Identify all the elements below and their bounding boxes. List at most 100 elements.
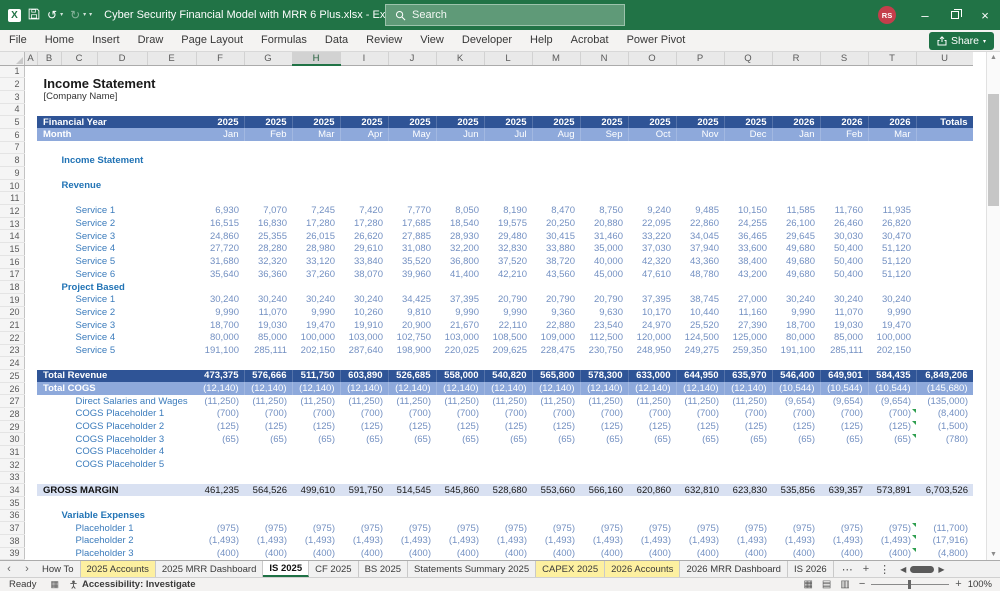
row-header-14[interactable]: 14 xyxy=(0,229,25,244)
cell[interactable]: (10,544) xyxy=(772,382,821,395)
cell[interactable]: (9,654) xyxy=(820,395,868,408)
cell[interactable]: 27,885 xyxy=(388,230,436,243)
ribbon-tab-page-layout[interactable]: Page Layout xyxy=(172,30,252,51)
column-header-T[interactable]: T xyxy=(868,52,917,66)
cell[interactable]: Jul xyxy=(484,128,533,142)
cell[interactable]: Jun xyxy=(436,128,485,142)
cell[interactable]: (400) xyxy=(868,547,916,560)
cell[interactable]: (125) xyxy=(388,420,436,433)
cell[interactable]: (11,250) xyxy=(676,395,724,408)
cell[interactable]: 2025 xyxy=(292,115,341,129)
cell[interactable]: 19,470 xyxy=(868,319,916,332)
select-all-corner[interactable] xyxy=(0,52,25,66)
cell[interactable]: 228,475 xyxy=(532,344,580,357)
scrollbar-thumb[interactable] xyxy=(988,94,999,206)
cell[interactable]: (400) xyxy=(820,547,868,560)
cell[interactable]: (11,700) xyxy=(916,522,973,535)
cell[interactable]: 120,000 xyxy=(628,331,676,344)
cell[interactable]: 20,250 xyxy=(532,217,580,230)
cell[interactable]: 514,545 xyxy=(388,483,436,497)
cell[interactable]: (11,250) xyxy=(484,395,532,408)
cell[interactable]: (700) xyxy=(724,408,772,421)
cell[interactable]: 50,400 xyxy=(820,255,868,268)
cell[interactable] xyxy=(24,166,973,180)
cell[interactable]: Feb xyxy=(244,128,293,142)
column-header-R[interactable]: R xyxy=(772,52,821,66)
cell[interactable]: 37,260 xyxy=(292,268,340,281)
cell[interactable]: (125) xyxy=(292,420,340,433)
view-normal-button[interactable]: ▦ xyxy=(803,579,812,590)
cell[interactable]: 473,375 xyxy=(196,369,245,383)
row-header-10[interactable]: 10 xyxy=(0,179,25,193)
cell[interactable]: (65) xyxy=(868,433,916,446)
row-header-29[interactable]: 29 xyxy=(0,420,25,434)
cell[interactable]: GROSS MARGIN xyxy=(37,483,196,497)
cell[interactable]: (700) xyxy=(436,408,484,421)
cell[interactable]: 27,390 xyxy=(724,319,772,332)
cell[interactable]: 18,540 xyxy=(436,217,484,230)
cell[interactable]: 22,110 xyxy=(484,319,532,332)
sheet-tab-capex-2025[interactable]: CAPEX 2025 xyxy=(536,561,606,577)
cell[interactable] xyxy=(24,65,973,78)
cell[interactable]: 11,070 xyxy=(244,306,292,319)
cell[interactable]: 461,235 xyxy=(196,483,244,497)
cell[interactable]: Placeholder 1 xyxy=(24,522,196,535)
row-header-28[interactable]: 28 xyxy=(0,407,25,421)
cell[interactable]: Apr xyxy=(340,128,389,142)
cell[interactable]: 34,045 xyxy=(676,230,724,243)
cell[interactable] xyxy=(196,179,973,192)
cell[interactable]: (400) xyxy=(580,547,628,560)
cell[interactable]: 2025 xyxy=(484,115,533,129)
sheet-tab-is-2025[interactable]: IS 2025 xyxy=(263,561,310,577)
cell[interactable]: 220,025 xyxy=(436,344,484,357)
hscroll-left-icon[interactable]: ◀ xyxy=(900,565,906,574)
cell[interactable]: 28,280 xyxy=(244,243,292,256)
cell[interactable]: 9,990 xyxy=(772,306,820,319)
cell[interactable]: Aug xyxy=(532,128,581,142)
cell[interactable]: [Company Name] xyxy=(24,90,196,103)
cell[interactable]: 30,030 xyxy=(820,230,868,243)
cell[interactable]: (65) xyxy=(532,433,580,446)
cell[interactable]: (1,493) xyxy=(244,534,292,547)
cell[interactable]: 249,275 xyxy=(676,344,724,357)
cell[interactable]: 33,880 xyxy=(532,243,580,256)
row-header-19[interactable]: 19 xyxy=(0,293,25,307)
row-header-38[interactable]: 38 xyxy=(0,534,25,548)
row-header-32[interactable]: 32 xyxy=(0,458,25,472)
cell[interactable]: (1,493) xyxy=(388,534,436,547)
cell[interactable] xyxy=(916,243,973,256)
cell[interactable]: (12,140) xyxy=(628,382,677,395)
cell[interactable]: (4,800) xyxy=(916,547,973,560)
cell[interactable]: 553,660 xyxy=(532,483,580,497)
cell[interactable]: Income Statement xyxy=(24,77,196,91)
column-header-N[interactable]: N xyxy=(580,52,629,66)
cell[interactable]: COGS Placeholder 5 xyxy=(24,458,196,471)
cell[interactable]: Service 3 xyxy=(24,319,196,332)
cell[interactable]: Service 1 xyxy=(24,293,196,306)
row-header-12[interactable]: 12 xyxy=(0,204,25,218)
cell[interactable]: Service 5 xyxy=(24,255,196,268)
cell[interactable]: 191,100 xyxy=(196,344,244,357)
cell[interactable]: 591,750 xyxy=(340,483,388,497)
ribbon-tab-help[interactable]: Help xyxy=(521,30,562,51)
cell[interactable]: (400) xyxy=(628,547,676,560)
cell[interactable]: 11,935 xyxy=(868,205,916,218)
cell[interactable]: (975) xyxy=(676,522,724,535)
cell[interactable]: Service 6 xyxy=(24,268,196,281)
cell[interactable]: (700) xyxy=(292,408,340,421)
row-header-16[interactable]: 16 xyxy=(0,255,25,269)
cell[interactable]: (700) xyxy=(580,408,628,421)
column-header-L[interactable]: L xyxy=(484,52,533,66)
cell[interactable]: 36,465 xyxy=(724,230,772,243)
cell[interactable]: (65) xyxy=(484,433,532,446)
cell[interactable]: (65) xyxy=(724,433,772,446)
cell[interactable]: 633,000 xyxy=(628,369,677,383)
cell[interactable]: 124,500 xyxy=(676,331,724,344)
cell[interactable]: (1,493) xyxy=(292,534,340,547)
cell[interactable]: 26,820 xyxy=(868,217,916,230)
cell[interactable]: 22,880 xyxy=(532,319,580,332)
cell[interactable]: 576,666 xyxy=(244,369,293,383)
cell[interactable]: 11,585 xyxy=(772,205,820,218)
cell[interactable]: 248,950 xyxy=(628,344,676,357)
cell[interactable]: 202,150 xyxy=(292,344,340,357)
